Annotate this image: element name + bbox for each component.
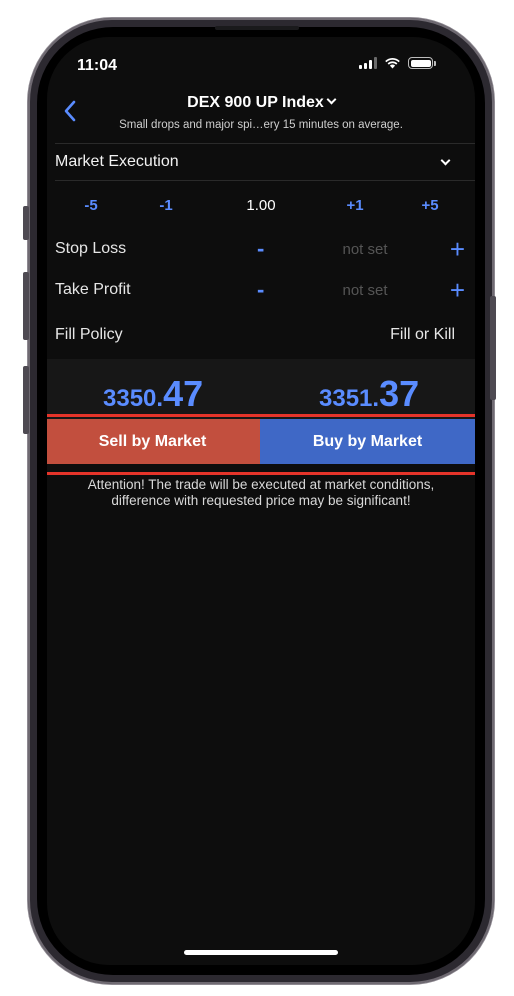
bid-price: 3350.47 [103,373,203,415]
symbol-description: Small drops and major spi…ery 15 minutes… [119,119,403,131]
take-profit-input[interactable]: not set [315,282,415,299]
volume-minus-5-button[interactable]: -5 [84,197,97,214]
symbol-title[interactable]: DEX 900 UP Index [47,94,475,112]
order-type-selector[interactable]: Market Execution [55,143,475,181]
volume-plus-5-button[interactable]: +5 [421,197,438,214]
status-icons [359,57,436,69]
take-profit-label: Take Profit [55,281,131,298]
take-profit-plus-button[interactable]: + [450,275,465,306]
bid-price-pips: 47 [163,373,204,414]
stop-loss-minus-button[interactable]: - [257,236,264,262]
home-indicator[interactable] [184,950,338,955]
stop-loss-plus-button[interactable]: + [450,234,465,265]
fill-policy-label: Fill Policy [55,326,123,343]
bid-price-main: 3350. [103,385,164,412]
volume-plus-1-button[interactable]: +1 [346,197,363,214]
power-button [490,296,496,400]
highlight-box [47,414,475,475]
volume-minus-1-button[interactable]: -1 [159,197,172,214]
order-type-label: Market Execution [55,153,179,170]
fill-policy-row[interactable]: Fill Policy Fill or Kill [55,323,475,347]
volume-row: -5 -1 1.00 +1 +5 [47,197,475,217]
volume-input[interactable]: 1.00 [246,197,275,214]
stop-loss-label: Stop Loss [55,240,127,257]
take-profit-minus-button[interactable]: - [257,277,264,303]
cellular-signal-icon [359,57,377,69]
wifi-icon [385,58,400,69]
silent-switch [23,206,29,240]
attention-message: Attention! The trade will be executed at… [87,477,435,508]
symbol-title-text: DEX 900 UP Index [187,94,324,111]
volume-up-button [23,272,29,340]
ask-price-pips: 37 [379,373,420,414]
status-time: 11:04 [77,57,118,74]
battery-icon [408,57,436,69]
volume-down-button [23,366,29,434]
screen: 11:04 DEX 900 UP Index Small drops and m… [47,37,475,965]
stop-loss-row: Stop Loss - not set + [55,234,475,264]
speaker-grille [215,26,299,30]
take-profit-row: Take Profit - not set + [55,275,475,305]
battery-fill [410,59,431,67]
ask-price: 3351.37 [319,373,419,415]
ask-price-main: 3351. [319,385,380,412]
fill-policy-value: Fill or Kill [390,326,455,343]
stop-loss-input[interactable]: not set [315,241,415,258]
chevron-down-icon [440,155,451,166]
chevron-down-icon [326,94,337,105]
